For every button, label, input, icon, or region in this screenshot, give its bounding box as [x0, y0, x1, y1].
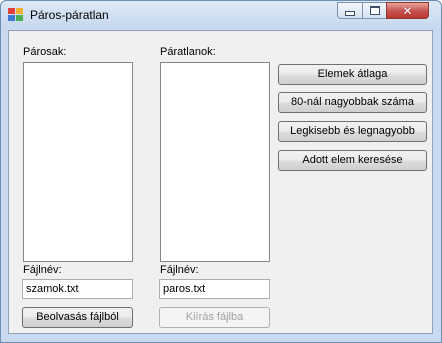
title-bar[interactable]: Páros-páratlan ✕: [1, 1, 441, 29]
minimize-button[interactable]: [337, 2, 363, 19]
close-icon: ✕: [402, 3, 413, 18]
odd-list-label: Páratlanok:: [160, 46, 216, 58]
window-title: Páros-páratlan: [30, 8, 109, 22]
read-from-file-button[interactable]: Beolvasás fájlból: [22, 307, 133, 328]
app-form-icon: [8, 8, 24, 22]
write-to-file-button[interactable]: Kiírás fájlba: [159, 307, 270, 328]
maximize-button[interactable]: [362, 2, 387, 19]
middle-filename-label: Fájlnév:: [160, 264, 199, 276]
odd-numbers-listbox[interactable]: [160, 62, 270, 262]
search-element-button[interactable]: Adott elem keresése: [278, 150, 427, 171]
output-filename-field[interactable]: paros.txt: [159, 279, 270, 299]
even-list-label: Párosak:: [23, 46, 67, 58]
input-filename-field[interactable]: szamok.txt: [22, 279, 133, 299]
minimize-icon: [345, 10, 355, 16]
close-button[interactable]: ✕: [386, 2, 429, 19]
average-button[interactable]: Elemek átlaga: [278, 64, 427, 85]
form-client-area: Párosak: Fájlnév: szamok.txt Beolvasás f…: [8, 30, 433, 334]
min-max-button[interactable]: Legkisebb és legnagyobb: [278, 121, 427, 142]
left-filename-label: Fájlnév:: [23, 264, 62, 276]
maximize-icon: [369, 6, 380, 15]
count-over-80-button[interactable]: 80-nál nagyobbak száma: [278, 92, 427, 113]
even-numbers-listbox[interactable]: [23, 62, 133, 262]
app-window: Páros-páratlan ✕ Párosak: Fájlnév: szamo…: [0, 0, 442, 343]
